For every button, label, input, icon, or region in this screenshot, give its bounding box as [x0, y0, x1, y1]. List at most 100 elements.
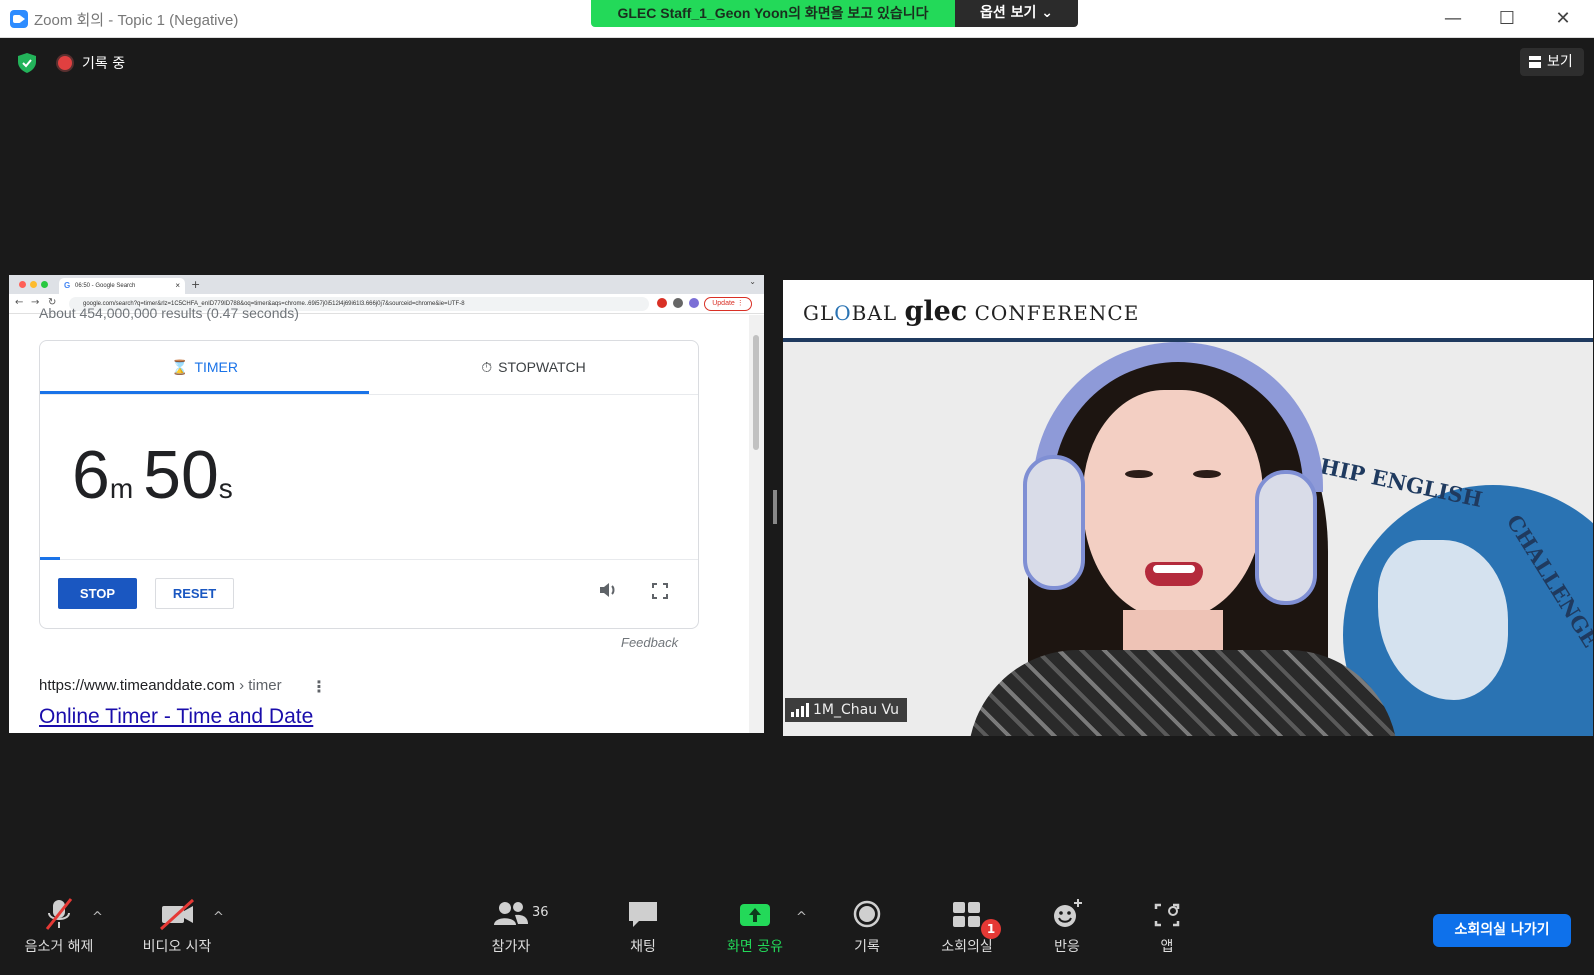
panel-splitter-handle[interactable]: [773, 490, 777, 524]
view-label: 보기: [1547, 54, 1573, 70]
volume-icon[interactable]: [598, 581, 618, 599]
audio-options-caret[interactable]: ^: [92, 910, 103, 925]
participants-icon: [494, 902, 528, 925]
chat-label: 채팅: [630, 939, 656, 955]
conference-globe-letter: O: [834, 301, 852, 325]
share-options-caret[interactable]: ^: [796, 910, 807, 925]
feedback-link[interactable]: Feedback: [621, 635, 678, 650]
page-scrollbar[interactable]: [749, 315, 764, 733]
stopwatch-icon: ⏱: [481, 359, 493, 375]
gallery-view-icon: [1529, 56, 1541, 68]
timer-progress-fill: [40, 557, 60, 560]
tab-stopwatch-label: STOPWATCH: [498, 359, 586, 375]
time-display: 6m 50s: [72, 436, 243, 514]
start-video-label: 비디오 시작: [142, 939, 212, 955]
reactions-label: 반응: [1054, 939, 1080, 955]
leave-breakout-room-button[interactable]: 소회의실 나가기: [1433, 914, 1571, 947]
zoom-dot-icon[interactable]: [41, 281, 48, 288]
recording-icon[interactable]: [58, 56, 72, 70]
seconds-unit: s: [218, 473, 233, 504]
reactions-icon: [1054, 899, 1082, 927]
more-options-icon[interactable]: ⋮: [311, 677, 327, 696]
microphone-muted-icon: [45, 898, 73, 930]
chat-button[interactable]: 채팅: [598, 897, 688, 955]
tab-timer[interactable]: ⌛ TIMER: [40, 341, 369, 394]
participant-name-tag: 1M_Chau Vu: [785, 698, 908, 722]
conference-title-prefix: GL: [803, 301, 835, 325]
stop-button[interactable]: STOP: [58, 578, 137, 609]
conference-title: GLOBAL glec CONFERENCE: [803, 296, 1139, 327]
puzzle-icon[interactable]: [673, 298, 683, 308]
headphone-left-cup: [1023, 455, 1085, 590]
connection-signal-icon: [791, 703, 809, 717]
close-dot-icon[interactable]: [19, 281, 26, 288]
tab-timer-label: TIMER: [194, 359, 238, 375]
update-button[interactable]: Update ⋮: [704, 297, 752, 311]
window-title: Zoom 회의 - Topic 1 (Negative): [34, 12, 239, 29]
tab-close-icon[interactable]: ×: [175, 278, 180, 294]
participant-shirt: [968, 650, 1398, 736]
screen-share-banner: GLEC Staff_1_Geon Yoon의 화면을 보고 있습니다: [591, 0, 955, 27]
view-options-button[interactable]: 옵션 보기 ⌄: [955, 0, 1078, 27]
minutes-value: 6: [72, 437, 110, 513]
fullscreen-icon[interactable]: [652, 583, 668, 599]
arc-text-1: SHIP ENGLISH: [1302, 450, 1485, 513]
extension-icon[interactable]: [657, 298, 667, 308]
maximize-button[interactable]: ☐: [1482, 4, 1532, 34]
result-url[interactable]: https://www.timeanddate.com › timer: [39, 677, 282, 694]
video-options-caret[interactable]: ^: [213, 910, 224, 925]
browser-tab-title: 06:50 - Google Search: [75, 283, 136, 289]
tab-search-icon[interactable]: ⌄: [749, 277, 756, 286]
breakout-notification-badge: 1: [981, 919, 1001, 939]
conference-glec: glec: [904, 296, 968, 327]
seconds-value: 50: [143, 437, 219, 513]
unmute-button[interactable]: 음소거 해제: [14, 897, 104, 955]
browser-tab[interactable]: G 06:50 - Google Search ×: [59, 278, 185, 294]
new-tab-button[interactable]: +: [191, 278, 200, 291]
mouth: [1145, 562, 1203, 586]
minimize-dot-icon[interactable]: [30, 281, 37, 288]
left-eye: [1125, 470, 1153, 478]
apps-icon: [1154, 903, 1180, 927]
minutes-unit: m: [109, 473, 134, 504]
participant-video-tile[interactable]: GLOBAL glec CONFERENCE SHIP ENGLISH CHAL…: [783, 280, 1593, 736]
reactions-button[interactable]: 반응: [1022, 897, 1112, 955]
conference-title-suffix: CONFERENCE: [967, 301, 1140, 325]
right-eye: [1193, 470, 1221, 478]
chat-icon: [629, 902, 657, 927]
tab-stopwatch[interactable]: ⏱ STOPWATCH: [369, 341, 698, 394]
close-button[interactable]: ✕: [1538, 4, 1588, 34]
record-label: 기록: [854, 939, 880, 955]
participant-name: 1M_Chau Vu: [813, 702, 900, 718]
view-button[interactable]: 보기: [1520, 48, 1584, 76]
browser-tab-strip: G 06:50 - Google Search × + ⌄: [9, 275, 764, 294]
conference-banner: GLOBAL glec CONFERENCE: [783, 280, 1593, 340]
participants-label: 참가자: [491, 939, 531, 955]
hourglass-icon: ⌛: [171, 359, 189, 375]
video-off-icon: [159, 898, 195, 931]
reset-button[interactable]: RESET: [155, 578, 234, 609]
conference-title-mid: BAL: [851, 301, 905, 325]
record-button[interactable]: 기록: [822, 897, 912, 955]
profile-avatar-icon[interactable]: [689, 298, 699, 308]
start-video-button[interactable]: 비디오 시작: [132, 897, 222, 955]
zoom-logo-icon: [10, 10, 28, 28]
timer-progress-track: [40, 559, 698, 560]
result-url-host: https://www.timeanddate.com: [39, 677, 235, 694]
search-page: About 454,000,000 results (0.47 seconds)…: [9, 305, 749, 733]
minimize-button[interactable]: —: [1428, 4, 1478, 34]
participant-face: [1083, 390, 1263, 620]
scroll-thumb[interactable]: [753, 335, 759, 450]
shared-screen: G 06:50 - Google Search × + ⌄ ← → ↻ goog…: [9, 275, 764, 733]
recording-label: 기록 중: [82, 56, 126, 72]
back-icon[interactable]: ←: [15, 297, 23, 308]
record-icon: [853, 900, 881, 928]
security-shield-icon[interactable]: [18, 53, 36, 73]
apps-button[interactable]: 앱: [1122, 897, 1212, 955]
result-title-link[interactable]: Online Timer - Time and Date: [39, 705, 313, 729]
result-url-path: › timer: [234, 677, 282, 694]
google-favicon-icon: G: [64, 281, 71, 290]
share-screen-button[interactable]: 화면 공유: [710, 897, 800, 955]
breakout-rooms-label: 소회의실: [941, 939, 993, 955]
tab-divider: [40, 394, 698, 395]
